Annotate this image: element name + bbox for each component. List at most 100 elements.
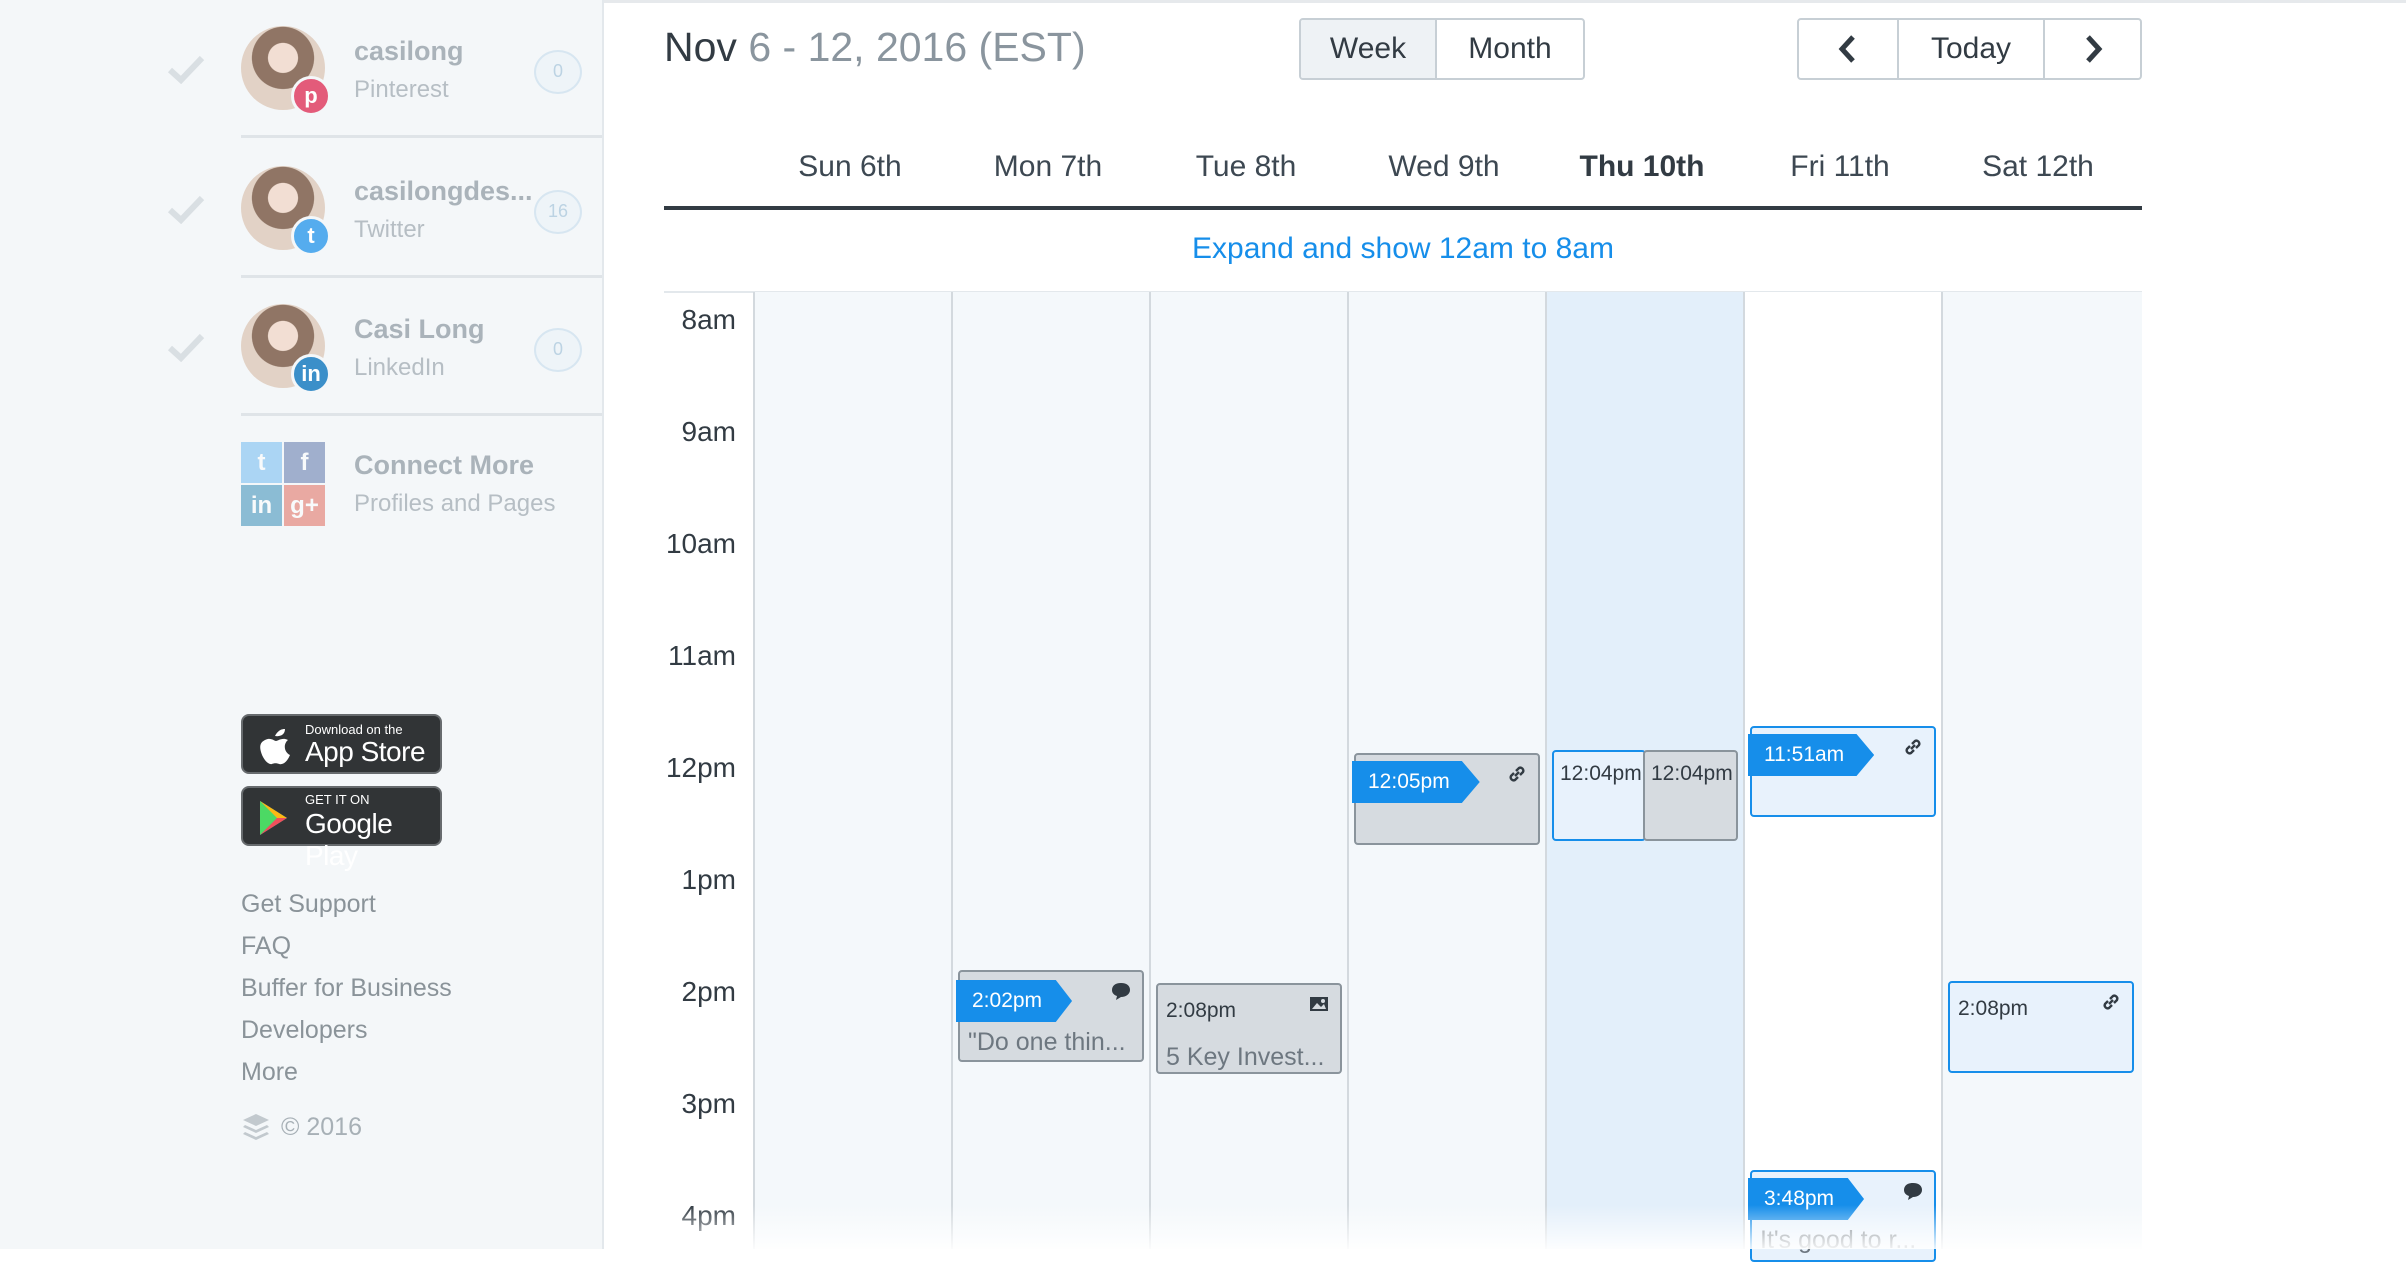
month-label: Nov [664, 24, 737, 70]
hour-label: 1pm [681, 864, 736, 895]
footer-link-get-support[interactable]: Get Support [241, 883, 452, 925]
connect-more-button[interactable]: tf in g+ Connect More Profiles and Pages [241, 442, 602, 532]
profile-twitter[interactable]: t casilongdes... Twitter 16 [167, 140, 602, 278]
post-time-tag: 11:51am [1748, 734, 1875, 776]
post-time: 12:04pm [1651, 762, 1733, 785]
profile-network: LinkedIn [354, 354, 445, 381]
comment-icon [1112, 983, 1130, 1000]
footer-links: Get Support FAQ Buffer for Business Deve… [241, 883, 452, 1093]
post-card[interactable]: 3:48pm It's good to r... [1748, 1170, 1936, 1262]
day-header-thu: Thu 10th [1579, 150, 1705, 183]
range-label: 6 - 12, 2016 (EST) [748, 24, 1086, 70]
date-range-title: Nov 6 - 12, 2016 (EST) [664, 24, 1086, 71]
post-card[interactable]: 12:04pm [1643, 750, 1738, 841]
app-store-sub: Download on the [305, 722, 403, 737]
google-play-label: Google Play [305, 808, 393, 871]
profile-pinterest[interactable]: p casilong Pinterest 0 [167, 0, 602, 138]
expand-hours-link[interactable]: Expand and show 12am to 8am [664, 232, 2142, 266]
footer-link-more[interactable]: More [241, 1051, 452, 1093]
hour-label: 12pm [665, 752, 736, 783]
post-card[interactable]: 2:08pm 5 Key Invest... [1156, 983, 1342, 1074]
queue-count-badge: 0 [534, 50, 582, 94]
month-view-button[interactable]: Month [1435, 20, 1583, 78]
header-rule [664, 206, 2142, 210]
day-column-tue[interactable] [1149, 292, 1347, 1249]
copyright: © 2016 [241, 1112, 362, 1142]
profile-name: Casi Long [354, 314, 485, 344]
day-header-mon: Mon 7th [993, 150, 1103, 183]
twitter-icon: t [291, 216, 331, 256]
divider [241, 135, 602, 138]
today-button[interactable]: Today [1897, 20, 2043, 78]
connect-subtitle: Profiles and Pages [354, 490, 556, 517]
divider [241, 413, 602, 416]
sidebar-divider [602, 0, 604, 1249]
google-play-icon [260, 801, 287, 835]
copyright-text: © 2016 [281, 1112, 362, 1141]
profile-linkedin[interactable]: in Casi Long LinkedIn 0 [167, 278, 602, 416]
queue-count-badge: 16 [534, 190, 582, 234]
image-icon [1310, 997, 1328, 1011]
connect-title: Connect More [354, 450, 535, 480]
footer-link-developers[interactable]: Developers [241, 1009, 452, 1051]
profile-name: casilong [354, 36, 464, 66]
post-time-tag: 2:02pm [956, 980, 1073, 1022]
post-card[interactable]: 12:04pm [1552, 750, 1646, 841]
day-header-sun: Sun 6th [798, 150, 902, 183]
post-preview-text: 5 Key Invest... [1166, 1043, 1325, 1071]
day-column-sun[interactable] [753, 292, 951, 1249]
linkedin-icon: in [291, 354, 331, 394]
post-preview-text: It's good to r... [1760, 1226, 1917, 1254]
hour-label: 2pm [681, 976, 736, 1007]
app-store-label: App Store [305, 736, 426, 767]
hour-label: 10am [665, 528, 736, 559]
post-time-tag: 12:05pm [1352, 761, 1480, 803]
week-view-button[interactable]: Week [1301, 20, 1435, 78]
social-networks-icon: tf in g+ [241, 442, 325, 526]
post-preview-text: "Do one thin... [968, 1028, 1126, 1056]
day-header-wed: Wed 9th [1388, 150, 1500, 183]
day-column-mon[interactable] [951, 292, 1149, 1249]
profile-network: Twitter [354, 216, 425, 243]
post-card[interactable]: 12:05pm [1352, 753, 1540, 845]
hour-label: 11am [668, 640, 736, 671]
next-week-button[interactable] [2043, 20, 2140, 78]
app-store-button[interactable]: Download on the App Store [241, 714, 442, 774]
pinterest-icon: p [291, 76, 331, 116]
post-time: 2:08pm [1166, 999, 1237, 1022]
profile-name: casilongdes... [354, 176, 533, 206]
post-card[interactable]: 2:08pm [1948, 981, 2134, 1073]
footer-link-buffer-for-business[interactable]: Buffer for Business [241, 967, 452, 1009]
hour-label: 3pm [681, 1088, 736, 1119]
buffer-logo-icon [243, 1114, 269, 1140]
link-icon [1509, 766, 1525, 782]
profile-network: Pinterest [354, 76, 449, 103]
date-navigation: Today [1797, 18, 2142, 80]
view-toggle: Week Month [1299, 18, 1585, 80]
google-play-sub: GET IT ON [305, 792, 370, 807]
post-time: 2:08pm [1958, 997, 2029, 1020]
hour-label: 8am [681, 304, 736, 335]
day-header-fri: Fri 11th [1790, 150, 1890, 183]
hour-label: 9am [681, 416, 736, 447]
chevron-right-icon [2085, 35, 2102, 63]
post-card[interactable]: 11:51am [1748, 726, 1936, 817]
chevron-left-icon [1838, 35, 1855, 63]
previous-week-button[interactable] [1799, 20, 1897, 78]
hour-label: 4pm [681, 1200, 736, 1231]
post-time: 12:04pm [1560, 762, 1642, 785]
check-icon [167, 55, 205, 84]
footer-link-faq[interactable]: FAQ [241, 925, 452, 967]
post-card[interactable]: 2:02pm "Do one thin... [956, 970, 1144, 1062]
day-header-sat: Sat 12th [1982, 150, 2094, 183]
google-play-button[interactable]: GET IT ON Google Play [241, 786, 442, 871]
check-icon [167, 195, 205, 224]
comment-icon [1904, 1183, 1922, 1200]
post-time-tag: 3:48pm [1748, 1178, 1865, 1220]
link-icon [2103, 994, 2119, 1010]
day-column-sat[interactable] [1941, 292, 2142, 1249]
day-header-tue: Tue 8th [1195, 150, 1297, 183]
apple-icon [260, 728, 290, 765]
check-icon [167, 333, 205, 362]
queue-count-badge: 0 [534, 328, 582, 372]
